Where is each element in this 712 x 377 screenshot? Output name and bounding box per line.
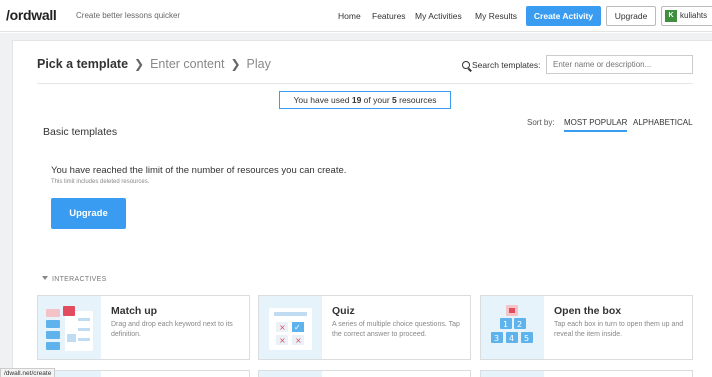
search-label-group: Search templates: <box>462 60 541 70</box>
svg-text:3: 3 <box>494 334 499 343</box>
breadcrumb: Pick a template ❯ Enter content ❯ Play <box>37 57 271 71</box>
interactives-section-toggle[interactable]: INTERACTIVES <box>42 276 107 283</box>
step-enter-content: Enter content <box>150 57 225 71</box>
nav-my-activities-link[interactable]: My Activities <box>415 11 462 21</box>
tile-description: Drag and drop each keyword next to its d… <box>111 321 233 338</box>
template-tile[interactable] <box>480 370 693 377</box>
usage-notice: You have used 19 of your 5 resources <box>279 91 451 109</box>
step-play: Play <box>246 57 271 71</box>
svg-text:×: × <box>279 323 286 332</box>
template-tile-match-up[interactable]: Match up Drag and drop each keyword next… <box>37 295 250 360</box>
wordwall-logo[interactable]: /ordwall <box>6 7 57 23</box>
divider <box>37 83 693 84</box>
tile-description: Tap each box in turn to open them up and… <box>554 321 684 338</box>
status-bar-url: /dwall.net/create <box>0 368 56 377</box>
template-thumbnail <box>259 371 322 377</box>
search-icon <box>462 61 470 69</box>
create-activity-button[interactable]: Create Activity <box>526 6 601 26</box>
chevron-right-icon: ❯ <box>230 57 241 71</box>
svg-text:1: 1 <box>503 320 508 329</box>
user-menu[interactable]: K kuliahts <box>661 6 712 26</box>
nav-features-link[interactable]: Features <box>372 11 406 21</box>
svg-text:×: × <box>295 336 302 345</box>
template-tile-quiz[interactable]: × ✓ × × Quiz A series of multiple choice… <box>258 295 471 360</box>
upgrade-button[interactable]: Upgrade <box>51 198 126 229</box>
template-tile[interactable] <box>258 370 471 377</box>
tagline: Create better lessons quicker <box>76 11 181 20</box>
top-navbar: /ordwall Create better lessons quicker H… <box>0 0 712 32</box>
open-box-icon: 1 2 3 4 5 <box>481 296 544 359</box>
step-pick-template: Pick a template <box>37 57 129 71</box>
tile-description: A series of multiple choice questions. T… <box>332 321 460 338</box>
tile-title: Open the box <box>554 305 622 317</box>
username: kuliahts <box>680 11 708 20</box>
sort-alphabetical-tab[interactable]: ALPHABETICAL <box>633 118 693 127</box>
template-thumbnail <box>481 371 544 377</box>
tile-title: Match up <box>111 305 158 317</box>
usage-middle: of your <box>361 95 393 105</box>
sort-most-popular-tab[interactable]: MOST POPULAR <box>564 118 628 132</box>
tile-title: Quiz <box>332 305 355 317</box>
avatar: K <box>665 10 677 22</box>
usage-suffix: resources <box>396 95 437 105</box>
svg-text:×: × <box>279 336 286 345</box>
svg-text:4: 4 <box>509 334 514 343</box>
match-up-icon <box>38 296 101 359</box>
caret-down-icon <box>42 276 48 280</box>
nav-home-link[interactable]: Home <box>338 11 361 21</box>
chevron-right-icon: ❯ <box>134 57 145 71</box>
template-tile[interactable] <box>37 370 250 377</box>
search-label: Search templates: <box>472 60 541 70</box>
svg-text:5: 5 <box>524 334 529 343</box>
section-title: Basic templates <box>43 126 118 138</box>
nav-my-results-link[interactable]: My Results <box>475 11 517 21</box>
template-tile-open-the-box[interactable]: 1 2 3 4 5 Open the box Tap each box in t… <box>480 295 693 360</box>
limit-note: This limit includes deleted resources. <box>51 179 150 185</box>
usage-used-count: 19 <box>351 95 362 105</box>
limit-message: You have reached the limit of the number… <box>51 165 347 176</box>
interactives-label: INTERACTIVES <box>52 276 107 283</box>
search-input[interactable] <box>546 55 693 74</box>
usage-prefix: You have used <box>293 95 352 105</box>
upgrade-top-button[interactable]: Upgrade <box>606 6 656 26</box>
svg-text:✓: ✓ <box>294 323 301 332</box>
sort-label: Sort by: <box>527 118 555 127</box>
svg-text:2: 2 <box>517 320 522 329</box>
quiz-icon: × ✓ × × <box>259 296 322 359</box>
